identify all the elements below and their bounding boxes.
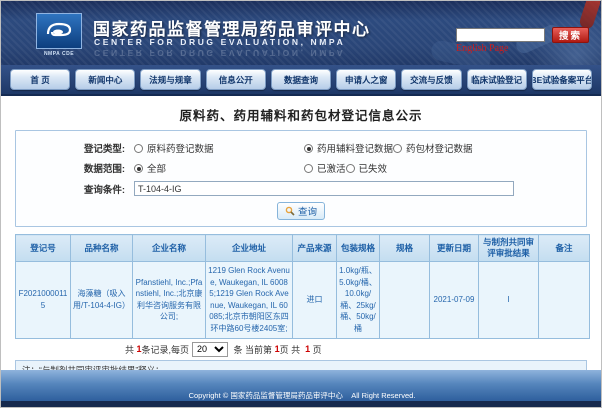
col-header-company-name: 企业名称 <box>133 235 206 262</box>
radio-icon[interactable] <box>393 144 402 153</box>
radio-option-active[interactable]: 已激活 <box>304 161 346 175</box>
data-scope-label: 数据范围: <box>16 161 134 175</box>
nav-tab-news[interactable]: 新闻中心 <box>75 69 135 90</box>
query-button-label: 查询 <box>298 204 317 218</box>
radio-option-packaging[interactable]: 药包材登记数据 <box>393 141 473 155</box>
nmpa-cde-logo: NMPA CDE <box>35 13 83 57</box>
col-header-product-source: 产品来源 <box>293 235 337 262</box>
nav-tab-applicant-window[interactable]: 申请人之窗 <box>336 69 396 90</box>
reg-type-label: 登记类型: <box>16 141 134 155</box>
radio-option-expired[interactable]: 已失效 <box>346 161 388 175</box>
radio-option-all[interactable]: 全部 <box>134 161 304 175</box>
page-title: 原料药、药用辅料和药包材登记信息公示 <box>15 105 587 124</box>
col-header-company-address: 企业地址 <box>206 235 293 262</box>
radio-label: 已失效 <box>359 161 388 175</box>
site-footer: Copyright © 国家药品监督管理局药品审评中心 All Right Re… <box>1 370 602 407</box>
query-condition-row: 查询条件: <box>16 181 586 196</box>
query-condition-label: 查询条件: <box>16 182 134 196</box>
radio-label: 药包材登记数据 <box>406 141 473 155</box>
col-header-joint-review-result: 与制剂共同审评审批结果 <box>479 235 539 262</box>
col-header-packaging: 包装规格 <box>337 235 380 262</box>
table-header-row: 登记号 品种名称 企业名称 企业地址 产品来源 包装规格 规格 更新日期 与制剂… <box>16 235 590 262</box>
table-row: F20210000115 海藻糖（吸入用/T-104-4-IG） Pfansti… <box>16 262 590 339</box>
footer-text-band: Copyright © 国家药品监督管理局药品审评中心 All Right Re… <box>1 370 602 401</box>
site-header: NMPA CDE 国家药品监督管理局药品审评中心 CENTER FOR DRUG… <box>1 1 601 65</box>
cde-logo-icon <box>36 13 82 49</box>
page: NMPA CDE 国家药品监督管理局药品审评中心 CENTER FOR DRUG… <box>0 0 602 408</box>
col-header-spec: 规格 <box>380 235 430 262</box>
query-button-row: 查询 <box>16 202 586 220</box>
pager-text: 条记录,每页 <box>142 343 190 356</box>
radio-label: 原料药登记数据 <box>147 141 214 155</box>
nav-tab-home[interactable]: 首 页 <box>10 69 70 90</box>
footer-copyright: Copyright © 国家药品监督管理局药品审评中心 All Right Re… <box>1 391 602 401</box>
logo-label: NMPA CDE <box>35 51 83 57</box>
cell-product-source: 进口 <box>293 262 337 339</box>
radio-option-raw-material[interactable]: 原料药登记数据 <box>134 141 304 155</box>
site-subtitle-en: CENTER FOR DRUG EVALUATION, NMPA <box>94 37 345 47</box>
cell-remarks <box>539 262 590 339</box>
header-search-input[interactable] <box>456 28 545 42</box>
main-nav: 首 页 新闻中心 法规与规章 信息公开 数据查询 申请人之窗 交流与反馈 临床试… <box>1 65 601 96</box>
data-scope-row: 数据范围: 全部 已激活 已失效 <box>16 161 586 175</box>
col-header-update-date: 更新日期 <box>430 235 479 262</box>
radio-label: 全部 <box>147 161 166 175</box>
content-area: 原料药、药用辅料和药包材登记信息公示 登记类型: 原料药登记数据 药用辅料登记数… <box>1 96 601 408</box>
pagination-bar: 共 1条记录,每页20 条 当前第 1页 共 1 页 <box>15 339 587 360</box>
cell-company-name: Pfanstiehl, Inc.;Pfanstiehl, Inc.;北京康利华咨… <box>133 262 206 339</box>
cell-spec <box>380 262 430 339</box>
pager-text: 页 <box>310 343 322 356</box>
query-form: 登记类型: 原料药登记数据 药用辅料登记数据 药包材登记数据 数据范围: <box>15 130 587 227</box>
query-condition-input[interactable] <box>134 181 514 196</box>
nav-tab-be-platform[interactable]: BE试验备案平台 <box>532 69 592 90</box>
radio-icon[interactable] <box>346 164 355 173</box>
reg-type-row: 登记类型: 原料药登记数据 药用辅料登记数据 药包材登记数据 <box>16 141 586 155</box>
site-subtitle-reflection: CENTER FOR DRUG EVALUATION, NMPA <box>94 48 345 58</box>
nav-tab-info-disclosure[interactable]: 信息公开 <box>206 69 266 90</box>
radio-icon[interactable] <box>134 144 143 153</box>
nav-tab-clinical-trial[interactable]: 临床试验登记 <box>467 69 527 90</box>
magnifier-icon <box>285 206 295 216</box>
query-submit-button[interactable]: 查询 <box>277 202 325 220</box>
page-size-select[interactable]: 20 <box>192 342 228 357</box>
cell-company-address: 1219 Glen Rock Avenue, Waukegan, IL 6008… <box>206 262 293 339</box>
cell-joint-review-result: I <box>479 262 539 339</box>
col-header-reg-no: 登记号 <box>16 235 71 262</box>
col-header-remarks: 备注 <box>539 235 590 262</box>
radio-option-excipient[interactable]: 药用辅料登记数据 <box>304 141 393 155</box>
radio-icon[interactable] <box>134 164 143 173</box>
pager-text: 条 当前第 <box>231 343 275 356</box>
radio-label: 药用辅料登记数据 <box>317 141 393 155</box>
cell-product-name: 海藻糖（吸入用/T-104-4-IG） <box>71 262 133 339</box>
nav-tab-feedback[interactable]: 交流与反馈 <box>401 69 461 90</box>
cell-reg-no: F20210000115 <box>16 262 71 339</box>
radio-label: 已激活 <box>317 161 346 175</box>
nav-tab-data-query[interactable]: 数据查询 <box>271 69 331 90</box>
pager-text: 共 <box>125 343 137 356</box>
header-search-button[interactable]: 搜索 <box>552 27 589 43</box>
results-table: 登记号 品种名称 企业名称 企业地址 产品来源 包装规格 规格 更新日期 与制剂… <box>15 234 590 339</box>
radio-icon[interactable] <box>304 164 313 173</box>
radio-icon[interactable] <box>304 144 313 153</box>
footer-bottom-strip <box>1 401 602 407</box>
nav-tab-regulations[interactable]: 法规与规章 <box>140 69 200 90</box>
english-page-link[interactable]: English Page <box>456 43 509 54</box>
cell-packaging: 1.0kg/瓶、5.0kg/桶、10.0kg/桶、25kg/桶、50kg/桶 <box>337 262 380 339</box>
cell-update-date: 2021-07-09 <box>430 262 479 339</box>
pager-text: 页 共 <box>280 343 306 356</box>
col-header-product-name: 品种名称 <box>71 235 133 262</box>
